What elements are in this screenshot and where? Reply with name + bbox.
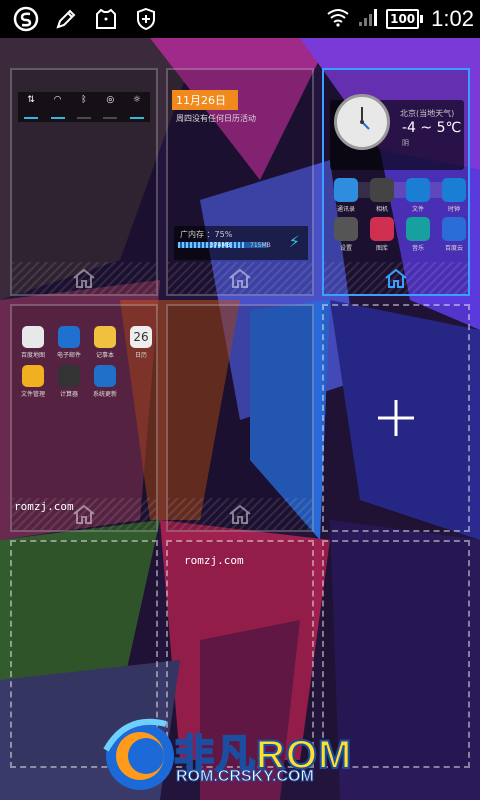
app-contacts[interactable]: 通讯录 bbox=[330, 178, 362, 213]
screen-thumbnail-1[interactable]: ⇅ ◠ ᛒ ◎ ☼ bbox=[10, 68, 158, 296]
settings-icon bbox=[334, 217, 358, 241]
app-label: 设置 bbox=[339, 245, 352, 252]
memory-total: 715MB bbox=[250, 242, 271, 249]
analog-clock bbox=[334, 94, 390, 150]
app-notes[interactable]: 记事本 bbox=[90, 326, 120, 359]
app-email[interactable]: 电子邮件 bbox=[54, 326, 84, 359]
gps-toggle[interactable]: ◎ bbox=[101, 95, 119, 119]
add-screen-button[interactable] bbox=[322, 304, 470, 532]
pen-icon[interactable] bbox=[52, 5, 80, 33]
app-clock[interactable]: 时钟 bbox=[438, 178, 470, 213]
app-label: 文件 bbox=[411, 206, 424, 213]
screen-thumbnail-2[interactable]: 11月26日 周四没有任何日历活动 广内存 ：75% 374MB 715MB ⚡ bbox=[166, 68, 314, 296]
gallery-icon bbox=[370, 217, 394, 241]
memory-label: 广内存 ：75% bbox=[180, 230, 233, 239]
screen-thumbnail-3[interactable]: 北京(当地天气) -4 ~ 5℃ 阴 🎤 通讯录 相机 文件 时钟设置 图库 音乐 百度云 bbox=[322, 68, 470, 296]
weather-temp: -4 ~ 5℃ bbox=[402, 120, 462, 136]
weather-city: 北京(当地天气) bbox=[400, 109, 455, 118]
home-icon bbox=[73, 504, 95, 524]
footer-watermark: romzj.com bbox=[14, 500, 74, 513]
update-icon bbox=[94, 365, 116, 387]
app-label: 百度云 bbox=[444, 245, 463, 252]
app-label: 记事本 bbox=[95, 352, 114, 359]
clock-icon bbox=[442, 178, 466, 202]
home-strip[interactable] bbox=[12, 262, 156, 294]
status-bar: 100 1:02 bbox=[0, 0, 480, 38]
home-icon bbox=[229, 268, 251, 288]
s-logo-icon[interactable] bbox=[12, 5, 40, 33]
home-strip-active[interactable] bbox=[324, 262, 468, 294]
brightness-toggle[interactable]: ☼ bbox=[128, 95, 146, 119]
top-watermark: romzj.com bbox=[184, 554, 244, 567]
screen-thumbnail-4[interactable]: 百度地图 电子邮件 记事本 26 日历文件管理 计算器 系统更新 romzj.com bbox=[10, 304, 158, 532]
calendar-note: 周四没有任何日历活动 bbox=[176, 114, 256, 123]
brand-logo-icon bbox=[103, 718, 174, 790]
app-label: 计算器 bbox=[59, 391, 78, 398]
tshirt-icon[interactable] bbox=[92, 5, 120, 33]
notes-icon bbox=[94, 326, 116, 348]
wifi-icon bbox=[326, 7, 350, 31]
camera-icon bbox=[370, 178, 394, 202]
shield-plus-icon[interactable] bbox=[132, 5, 160, 33]
memory-used: 374MB bbox=[210, 242, 231, 249]
app-label: 百度地图 bbox=[20, 352, 45, 359]
battery-level: 100 bbox=[386, 9, 420, 29]
app-gallery[interactable]: 图库 bbox=[366, 217, 398, 252]
app-music[interactable]: 音乐 bbox=[402, 217, 434, 252]
app-label: 音乐 bbox=[411, 245, 424, 252]
wifi-toggle[interactable]: ◠ bbox=[49, 95, 67, 119]
map-icon bbox=[22, 326, 44, 348]
app-label: 电子邮件 bbox=[56, 352, 81, 359]
app-files[interactable]: 文件 bbox=[402, 178, 434, 213]
screen-thumbnail-5[interactable] bbox=[166, 304, 314, 532]
data-toggle[interactable]: ⇅ bbox=[22, 95, 40, 119]
calendar-widget[interactable]: 11月26日 bbox=[172, 90, 238, 110]
app-label: 日历 bbox=[134, 352, 147, 359]
app-cloud[interactable]: 百度云 bbox=[438, 217, 470, 252]
app-label: 相机 bbox=[375, 206, 388, 213]
app-grid: 通讯录 相机 文件 时钟设置 图库 音乐 百度云 bbox=[330, 178, 470, 252]
app-label: 时钟 bbox=[447, 206, 460, 213]
email-icon bbox=[58, 326, 80, 348]
calculator-icon bbox=[58, 365, 80, 387]
weather-desc: 阴 bbox=[402, 139, 409, 147]
bluetooth-toggle[interactable]: ᛒ bbox=[75, 95, 93, 119]
app-camera[interactable]: 相机 bbox=[366, 178, 398, 213]
home-icon bbox=[385, 268, 407, 288]
app-map[interactable]: 百度地图 bbox=[18, 326, 48, 359]
app-settings[interactable]: 设置 bbox=[330, 217, 362, 252]
app-label: 系统更新 bbox=[92, 391, 117, 398]
cloud-icon bbox=[442, 217, 466, 241]
app-grid: 百度地图 电子邮件 记事本 26 日历文件管理 计算器 系统更新 bbox=[18, 326, 156, 398]
clock-weather-widget[interactable]: 北京(当地天气) -4 ~ 5℃ 阴 🎤 bbox=[330, 94, 466, 198]
contacts-icon bbox=[334, 178, 358, 202]
calendar-date: 11月26日 bbox=[176, 94, 226, 107]
folder-icon bbox=[22, 365, 44, 387]
brand-subtitle: ROM.CRSKY.COM bbox=[176, 768, 315, 786]
app-label: 通讯录 bbox=[336, 206, 355, 213]
app-calculator[interactable]: 计算器 bbox=[54, 365, 84, 398]
home-strip[interactable] bbox=[168, 262, 312, 294]
memory-clean-widget[interactable]: 广内存 ：75% 374MB 715MB ⚡ bbox=[174, 226, 308, 260]
clean-broom-icon[interactable]: ⚡ bbox=[289, 232, 300, 251]
app-label: 图库 bbox=[375, 245, 388, 252]
calendar-icon: 26 bbox=[130, 326, 152, 348]
status-time: 1:02 bbox=[431, 6, 474, 31]
app-update[interactable]: 系统更新 bbox=[90, 365, 120, 398]
home-icon bbox=[73, 268, 95, 288]
app-folder[interactable]: 文件管理 bbox=[18, 365, 48, 398]
battery-icon: 100 bbox=[386, 9, 424, 29]
music-icon bbox=[406, 217, 430, 241]
toggle-switches-widget[interactable]: ⇅ ◠ ᛒ ◎ ☼ bbox=[18, 92, 150, 122]
files-icon bbox=[406, 178, 430, 202]
home-icon bbox=[229, 504, 251, 524]
home-strip[interactable] bbox=[168, 498, 312, 530]
app-label: 文件管理 bbox=[20, 391, 45, 398]
brand-watermark: 非凡ROM ROM.CRSKY.COM bbox=[96, 710, 396, 800]
plus-icon bbox=[378, 400, 414, 436]
signal-icon bbox=[358, 7, 378, 31]
app-calendar[interactable]: 26 日历 bbox=[126, 326, 156, 359]
